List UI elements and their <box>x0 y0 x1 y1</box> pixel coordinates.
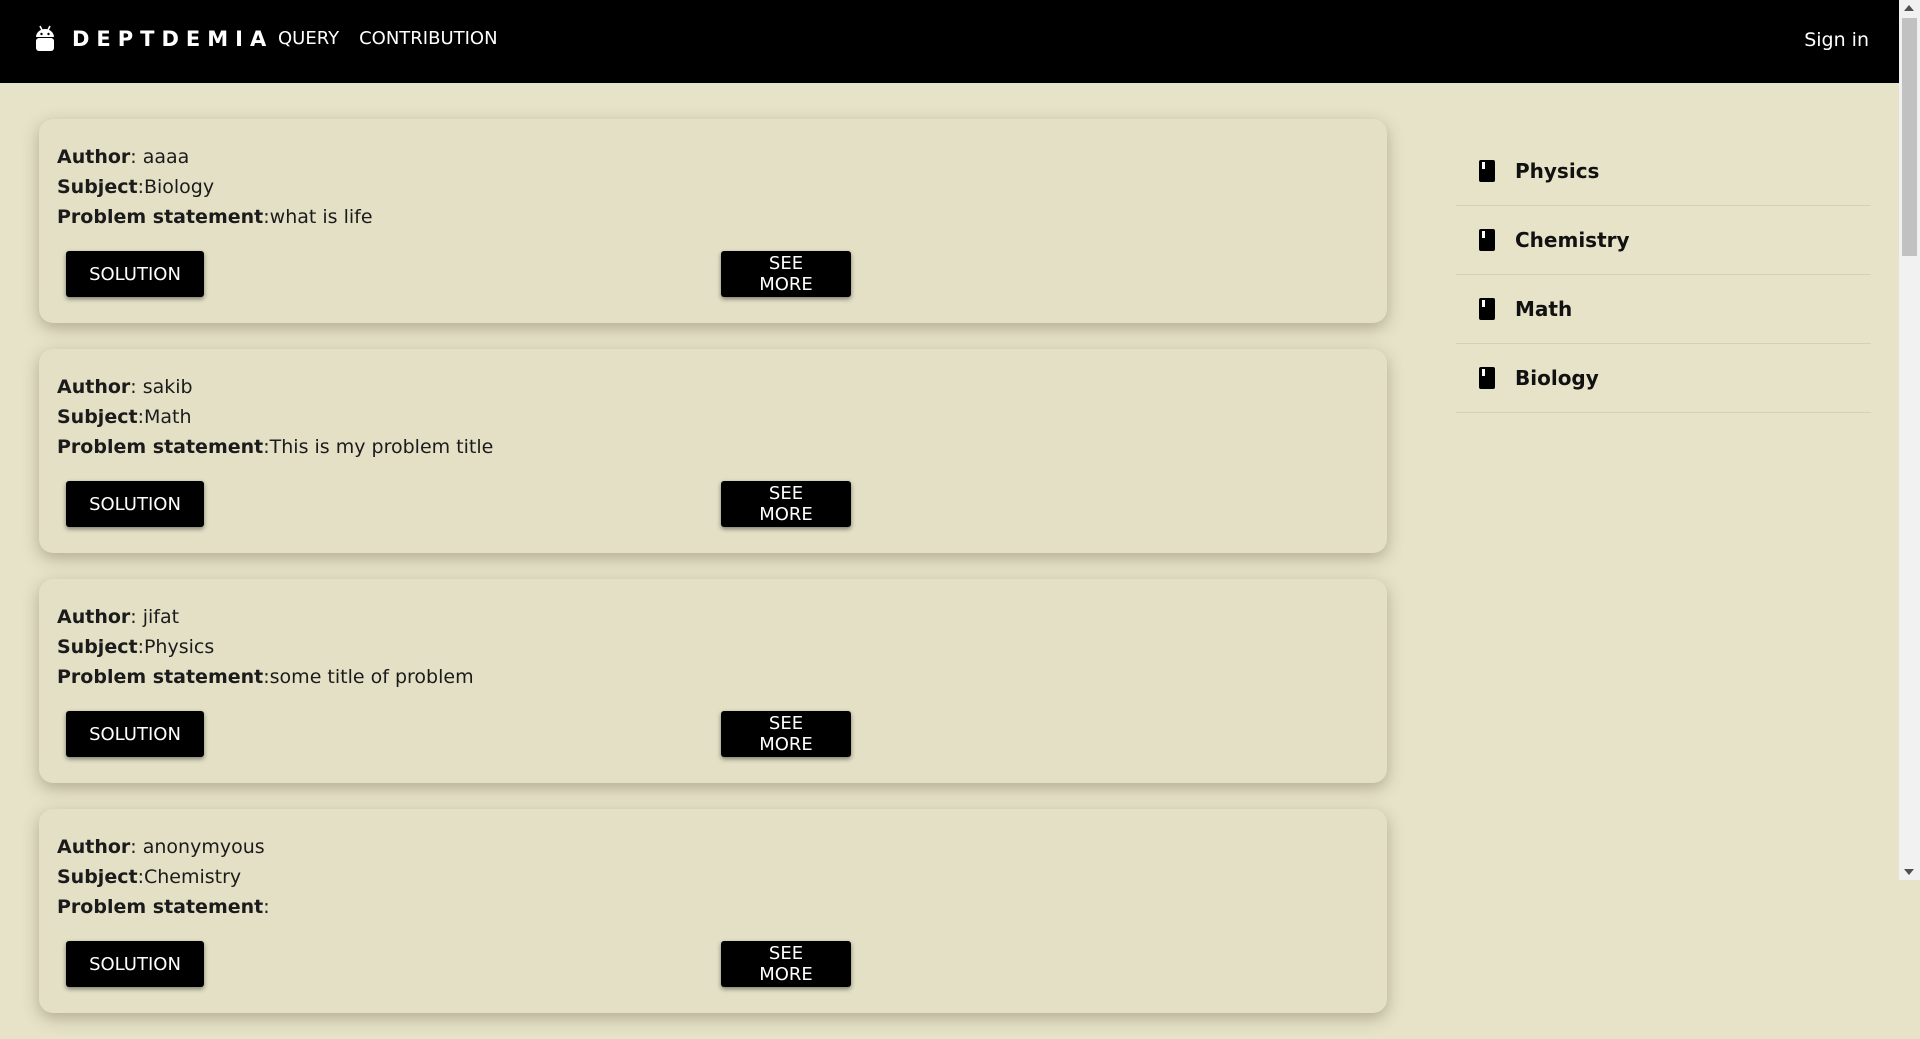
problem-card: Author: anonymyous Subject:Chemistry Pro… <box>39 809 1387 1013</box>
sidebar-item-label: Math <box>1515 297 1573 321</box>
page-scrollbar[interactable] <box>1899 0 1920 880</box>
see-more-button[interactable]: SEE MORE <box>721 711 851 757</box>
problem-field: Problem statement:This is my problem tit… <box>57 436 494 458</box>
subject-field: Subject:Math <box>57 406 192 428</box>
author-field: Author: sakib <box>57 376 193 398</box>
subject-value: Physics <box>143 636 215 658</box>
subject-field: Subject:Physics <box>57 636 215 658</box>
android-icon <box>36 25 54 51</box>
problem-card: Author: jifat Subject:Physics Problem st… <box>39 579 1387 783</box>
scroll-up-arrow-icon[interactable] <box>1904 5 1914 11</box>
see-more-button[interactable]: SEE MORE <box>721 481 851 527</box>
brand-name[interactable]: DEPTDEMIA <box>72 27 273 51</box>
brand[interactable]: DEPTDEMIA <box>34 24 273 54</box>
author-value: anonymyous <box>142 836 265 858</box>
author-value: sakib <box>142 376 193 398</box>
problem-card: Author: sakib Subject:Math Problem state… <box>39 349 1387 553</box>
problem-feed: Author: aaaa Subject:Biology Problem sta… <box>39 119 1387 1039</box>
author-field: Author: aaaa <box>57 146 190 168</box>
subject-value: Biology <box>143 176 215 198</box>
subject-sidebar: Physics Chemistry Math Biology <box>1456 137 1871 413</box>
sidebar-item-math[interactable]: Math <box>1456 275 1871 344</box>
sidebar-item-label: Chemistry <box>1515 228 1630 252</box>
book-icon <box>1479 229 1495 251</box>
solution-button[interactable]: SOLUTION <box>66 711 204 757</box>
nav-link-query[interactable]: QUERY <box>278 28 339 49</box>
author-field: Author: anonymyous <box>57 836 265 858</box>
author-value: jifat <box>142 606 180 628</box>
solution-button[interactable]: SOLUTION <box>66 251 204 297</box>
sidebar-item-biology[interactable]: Biology <box>1456 344 1871 413</box>
solution-button[interactable]: SOLUTION <box>66 941 204 987</box>
problem-value: what is life <box>269 206 373 228</box>
nav-link-contribution[interactable]: CONTRIBUTION <box>359 28 497 49</box>
problem-field: Problem statement:what is life <box>57 206 373 228</box>
sidebar-item-label: Biology <box>1515 366 1599 390</box>
author-field: Author: jifat <box>57 606 180 628</box>
subject-value: Math <box>143 406 192 428</box>
solution-button[interactable]: SOLUTION <box>66 481 204 527</box>
book-icon <box>1479 298 1495 320</box>
see-more-button[interactable]: SEE MORE <box>721 941 851 987</box>
see-more-button[interactable]: SEE MORE <box>721 251 851 297</box>
book-icon <box>1479 160 1495 182</box>
subject-value: Chemistry <box>143 866 242 888</box>
problem-value: This is my problem title <box>269 436 494 458</box>
problem-field: Problem statement:some title of problem <box>57 666 474 688</box>
sidebar-item-physics[interactable]: Physics <box>1456 137 1871 206</box>
problem-field: Problem statement: <box>57 896 270 918</box>
sign-in-link[interactable]: Sign in <box>1804 29 1869 51</box>
problem-card: Author: aaaa Subject:Biology Problem sta… <box>39 119 1387 323</box>
nav-links: QUERY CONTRIBUTION <box>278 28 498 49</box>
problem-value: some title of problem <box>269 666 474 688</box>
scroll-down-arrow-icon[interactable] <box>1904 869 1914 875</box>
subject-field: Subject:Biology <box>57 176 215 198</box>
subject-field: Subject:Chemistry <box>57 866 242 888</box>
top-navbar: DEPTDEMIA QUERY CONTRIBUTION Sign in <box>0 0 1899 83</box>
author-value: aaaa <box>142 146 190 168</box>
scroll-thumb[interactable] <box>1902 18 1917 256</box>
sidebar-item-chemistry[interactable]: Chemistry <box>1456 206 1871 275</box>
book-icon <box>1479 367 1495 389</box>
sidebar-item-label: Physics <box>1515 159 1600 183</box>
